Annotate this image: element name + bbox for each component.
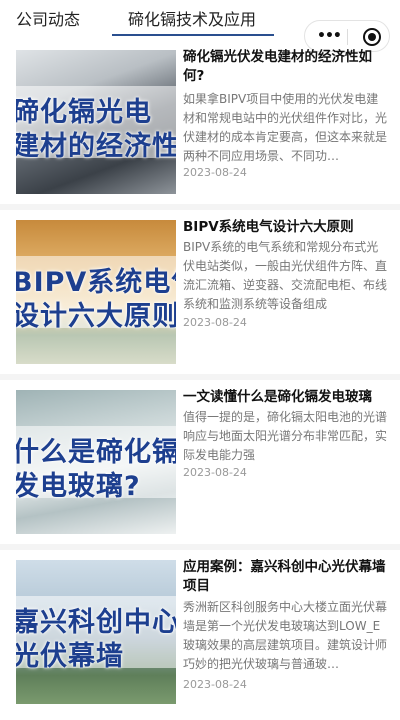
article-date: 2023-08-24 [183,466,247,479]
thumbnail-text: 设计六大原则 [16,301,176,332]
thumbnail-text: 建材的经济性 [16,131,176,162]
tab-company-news[interactable]: 公司动态 [16,6,80,30]
article-item[interactable]: 碲化镉光电 建材的经济性 碲化镉光伏发电建材的经济性如何? 如果拿BIPV项目中… [0,40,400,210]
thumbnail-text: 光伏幕墙 [16,641,124,672]
article-title[interactable]: 碲化镉光伏发电建材的经济性如何? [183,48,388,86]
article-thumbnail: 嘉兴科创中心 光伏幕墙 [16,560,176,704]
article-thumbnail: 碲化镉光电 建材的经济性 [16,50,176,194]
active-tab-indicator [112,34,274,36]
article-date: 2023-08-24 [183,166,247,179]
tab-cdte-technology[interactable]: 碲化镉技术及应用 [128,6,256,30]
article-summary: 值得一提的是，碲化镉太阳电池的光谱响应与地面太阳光谱分布非常匹配，实际发电能力强 [183,410,388,462]
article-date: 2023-08-24 [183,678,247,691]
article-summary: 如果拿BIPV项目中使用的光伏发电建材和常规电站中的光伏组件作对比，光伏建材的成… [183,92,388,163]
thumbnail-text: 发电玻璃? [16,471,141,502]
article-item[interactable]: BIPV系统电气 设计六大原则 BIPV系统电气设计六大原则 BIPV系统的电气… [0,210,400,380]
article-item[interactable]: 什么是碲化镉 发电玻璃? 一文读懂什么是碲化镉发电玻璃 值得一提的是，碲化镉太阳… [0,380,400,550]
article-summary: BIPV系统的电气系统和常规分布式光伏电站类似，一般由光伏组件方阵、直流汇流箱、… [183,240,388,311]
article-thumbnail: BIPV系统电气 设计六大原则 [16,220,176,364]
article-summary: 秀洲新区科创服务中心大楼立面光伏幕墙是第一个光伏发电玻璃达到LOW_E玻璃效果的… [183,600,388,671]
article-item[interactable]: 嘉兴科创中心 光伏幕墙 应用案例：嘉兴科创中心光伏幕墙项目 秀洲新区科创服务中心… [0,550,400,720]
article-title[interactable]: 应用案例：嘉兴科创中心光伏幕墙项目 [183,558,388,596]
article-thumbnail: 什么是碲化镉 发电玻璃? [16,390,176,534]
article-date: 2023-08-24 [183,316,247,329]
article-title[interactable]: BIPV系统电气设计六大原则 [183,218,388,237]
article-title[interactable]: 一文读懂什么是碲化镉发电玻璃 [183,388,388,407]
